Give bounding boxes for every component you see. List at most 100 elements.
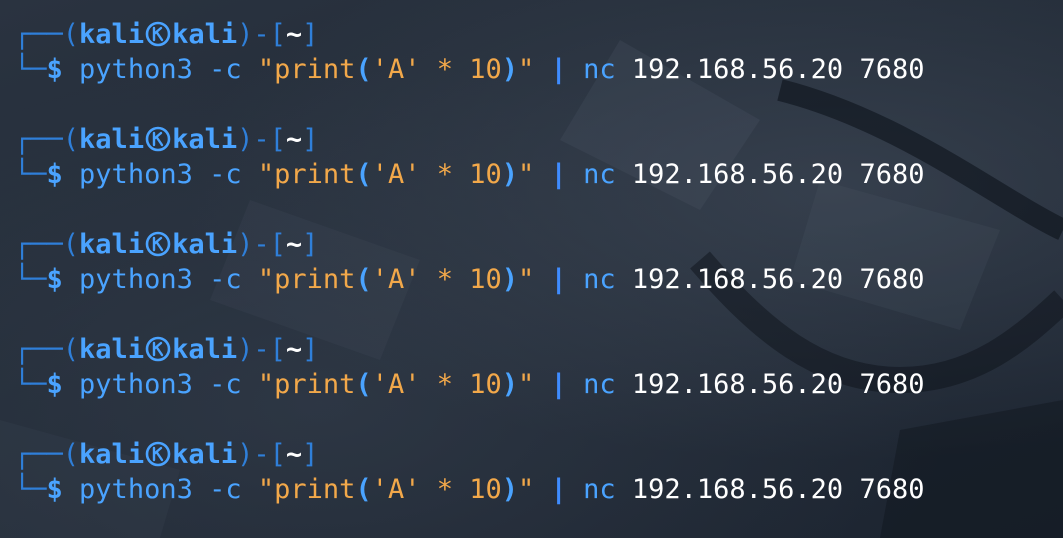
terminal-window[interactable]: ┌──(kali kali)-[~] └─$ python3 -c "print(…: [0, 0, 1063, 538]
command-flag: -c: [209, 54, 242, 85]
prompt-dollar: $: [46, 474, 63, 505]
prompt-host: kali: [172, 229, 238, 260]
command-port: 7680: [859, 159, 925, 190]
command-ip: 192.168.56.20: [631, 474, 844, 505]
prompt-line: ┌──(kali kali)-[~]: [14, 227, 318, 263]
command-string-close: ": [518, 369, 535, 400]
command-program: python3: [79, 264, 193, 295]
prompt-open-bracket: [: [269, 229, 286, 260]
command-string-open: "print: [257, 474, 356, 505]
command-string-close: ": [518, 474, 535, 505]
command-string-body: 'A' * 10: [371, 54, 502, 85]
prompt-frame-top: ┌──: [14, 124, 63, 155]
prompt-dollar: $: [46, 264, 63, 295]
command-pipe: |: [550, 54, 567, 85]
prompt-cwd: ~: [285, 229, 303, 260]
command-ip: 192.168.56.20: [631, 54, 844, 85]
terminal-entry: ┌── ( kali kali) -[~] └─$ python3 -c "print(…: [14, 227, 924, 297]
prompt-right-paren: ): [237, 124, 254, 155]
command-program: python3: [79, 474, 193, 505]
command-paren-close: ): [501, 159, 519, 190]
command-paren-open: (: [355, 474, 372, 505]
prompt-cwd: ~: [285, 439, 303, 470]
command-flag: -c: [209, 264, 242, 295]
prompt-host: kali: [172, 334, 238, 365]
prompt-user: kali: [79, 124, 145, 155]
command-paren-open: (: [355, 369, 372, 400]
prompt-host: kali: [172, 124, 238, 155]
command-paren-open: (: [355, 159, 372, 190]
prompt-dollar: $: [46, 54, 63, 85]
prompt-line: ┌──(kali kali)-[~]: [14, 437, 318, 473]
prompt-user: kali: [79, 439, 145, 470]
command-paren-close: ): [501, 264, 519, 295]
prompt-frame-bottom: └─: [14, 159, 47, 190]
command-string-close: ": [518, 54, 535, 85]
prompt-line: ┌──(kali kali)-[~]: [14, 122, 318, 158]
command-paren-close: ): [501, 369, 519, 400]
prompt-dash: -: [253, 19, 270, 50]
command-pipe: |: [550, 159, 567, 190]
command-nc: nc: [583, 54, 616, 85]
command-ip: 192.168.56.20: [631, 369, 844, 400]
prompt-open-bracket: [: [269, 19, 286, 50]
command-pipe: |: [550, 474, 567, 505]
command-line[interactable]: └─$ python3 -c "print('A' * 10)" | nc 19…: [14, 157, 924, 193]
command-string-open: "print: [257, 54, 356, 85]
prompt-left-paren: (: [62, 334, 80, 365]
prompt-close-bracket: ]: [302, 334, 319, 365]
prompt-cwd: ~: [285, 124, 303, 155]
command-nc: nc: [583, 474, 616, 505]
prompt-frame-bottom: └─: [14, 474, 47, 505]
command-paren-open: (: [355, 54, 372, 85]
command-string-open: "print: [257, 369, 356, 400]
prompt-frame-top: ┌──: [14, 334, 63, 365]
command-line[interactable]: └─$ python3 -c "print('A' * 10)" | nc 19…: [14, 367, 924, 403]
prompt-right-paren: ): [237, 19, 254, 50]
prompt-dash: -: [253, 229, 270, 260]
prompt-left-paren: (: [62, 19, 80, 50]
command-paren-open: (: [355, 264, 372, 295]
terminal-entry: ┌──(kali kali)-[~] └─$ python3 -c "print(…: [14, 437, 924, 507]
command-flag: -c: [209, 474, 242, 505]
prompt-dash: -: [253, 439, 270, 470]
command-pipe: |: [550, 264, 567, 295]
command-port: 7680: [859, 369, 925, 400]
prompt-user: kali: [79, 19, 145, 50]
prompt-frame-top: ┌──: [14, 19, 63, 50]
command-flag: -c: [209, 159, 242, 190]
prompt-frame-bottom: └─: [14, 369, 47, 400]
prompt-left-paren: (: [62, 124, 80, 155]
command-program: python3: [79, 369, 193, 400]
command-port: 7680: [859, 264, 925, 295]
command-paren-close: ): [501, 474, 519, 505]
prompt-close-bracket: ]: [302, 124, 319, 155]
prompt-frame-top: ┌──: [14, 439, 63, 470]
command-line[interactable]: └─$ python3 -c "print('A' * 10)" | nc 19…: [14, 472, 924, 508]
command-nc: nc: [583, 159, 616, 190]
prompt-open-bracket: [: [269, 334, 286, 365]
prompt-close-bracket: ]: [302, 229, 319, 260]
command-string-close: ": [518, 264, 535, 295]
prompt-line: ┌──(kali kali)-[~]: [14, 332, 318, 368]
command-string-open: "print: [257, 159, 356, 190]
command-string-body: 'A' * 10: [371, 264, 502, 295]
prompt-cwd: ~: [285, 334, 303, 365]
terminal-entry: ┌──(kali kali)-[~] └─$ python3 -c "print(…: [14, 332, 924, 402]
command-line[interactable]: └─$ python3 -c "print('A' * 10)" | nc 19…: [14, 262, 924, 298]
command-pipe: |: [550, 369, 567, 400]
command-string-close: ": [518, 159, 535, 190]
command-line[interactable]: └─$ python3 -c "print('A' * 10)" | nc 19…: [14, 52, 924, 88]
command-string-body: 'A' * 10: [371, 369, 502, 400]
prompt-dollar: $: [46, 369, 63, 400]
command-program: python3: [79, 54, 193, 85]
prompt-close-bracket: ]: [302, 439, 319, 470]
prompt-frame-top: ┌──: [14, 229, 63, 260]
prompt-user: kali: [79, 229, 145, 260]
prompt-dollar: $: [46, 159, 63, 190]
prompt-open-bracket: [: [269, 124, 286, 155]
kali-dragon-icon: [145, 441, 171, 467]
kali-dragon-icon: [145, 126, 171, 152]
prompt-right-paren: ): [237, 334, 254, 365]
prompt-host: kali: [172, 19, 238, 50]
